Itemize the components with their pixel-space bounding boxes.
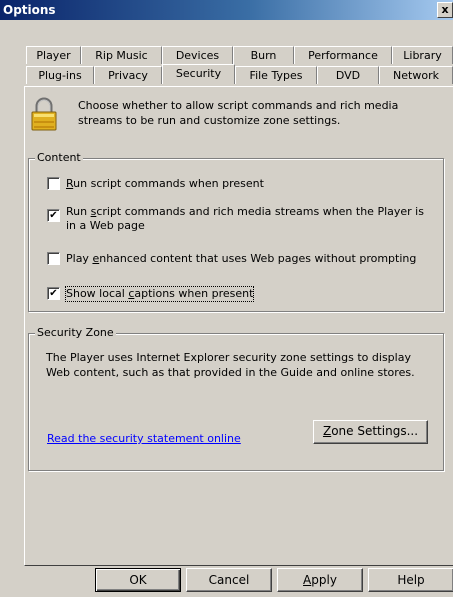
tab-rip-music[interactable]: Rip Music <box>81 46 162 64</box>
tab-performance[interactable]: Performance <box>294 46 392 64</box>
play-enhanced-content-label[interactable]: Play enhanced content that uses Web page… <box>66 252 416 266</box>
tab-dvd[interactable]: DVD <box>317 66 379 84</box>
intro-text: Choose whether to allow script commands … <box>78 99 399 127</box>
play-enhanced-content-checkbox[interactable] <box>47 252 60 265</box>
tab-file-types[interactable]: File Types <box>235 66 317 84</box>
tab-privacy[interactable]: Privacy <box>94 66 162 84</box>
security-zone-group-title: Security Zone <box>35 326 116 339</box>
ok-button[interactable]: OK <box>95 568 181 592</box>
tab-player[interactable]: Player <box>26 46 81 64</box>
security-zone-description: The Player uses Internet Explorer securi… <box>46 351 415 379</box>
tab-devices[interactable]: Devices <box>162 46 233 64</box>
tab-library[interactable]: Library <box>392 46 453 64</box>
options-dialog: Options x Player Rip Music Devices Burn … <box>0 0 453 597</box>
tab-burn[interactable]: Burn <box>233 46 294 64</box>
padlock-icon <box>31 97 57 131</box>
window-title: Options <box>3 3 56 17</box>
run-script-in-web-page-label[interactable]: Run script commands and rich media strea… <box>66 205 426 233</box>
title-bar: Options x <box>0 0 453 20</box>
tab-security[interactable]: Security <box>162 64 235 84</box>
show-local-captions-checkbox[interactable]: ✔ <box>47 287 60 300</box>
help-button[interactable]: Help <box>368 568 453 592</box>
security-statement-link[interactable]: Read the security statement online <box>47 432 241 445</box>
show-local-captions-label[interactable]: Show local captions when present <box>64 286 255 302</box>
run-script-commands-label[interactable]: Run script commands when present <box>66 177 264 191</box>
run-script-commands-checkbox[interactable] <box>47 177 60 190</box>
cancel-button[interactable]: Cancel <box>186 568 272 592</box>
zone-settings-button[interactable]: Zone Settings... <box>313 420 428 444</box>
tab-network[interactable]: Network <box>379 66 453 84</box>
tab-plug-ins[interactable]: Plug-ins <box>26 66 94 84</box>
content-group-title: Content <box>35 151 83 164</box>
close-button[interactable]: x <box>437 2 453 18</box>
run-script-in-web-page-checkbox[interactable]: ✔ <box>47 209 60 222</box>
apply-button[interactable]: Apply <box>277 568 363 592</box>
